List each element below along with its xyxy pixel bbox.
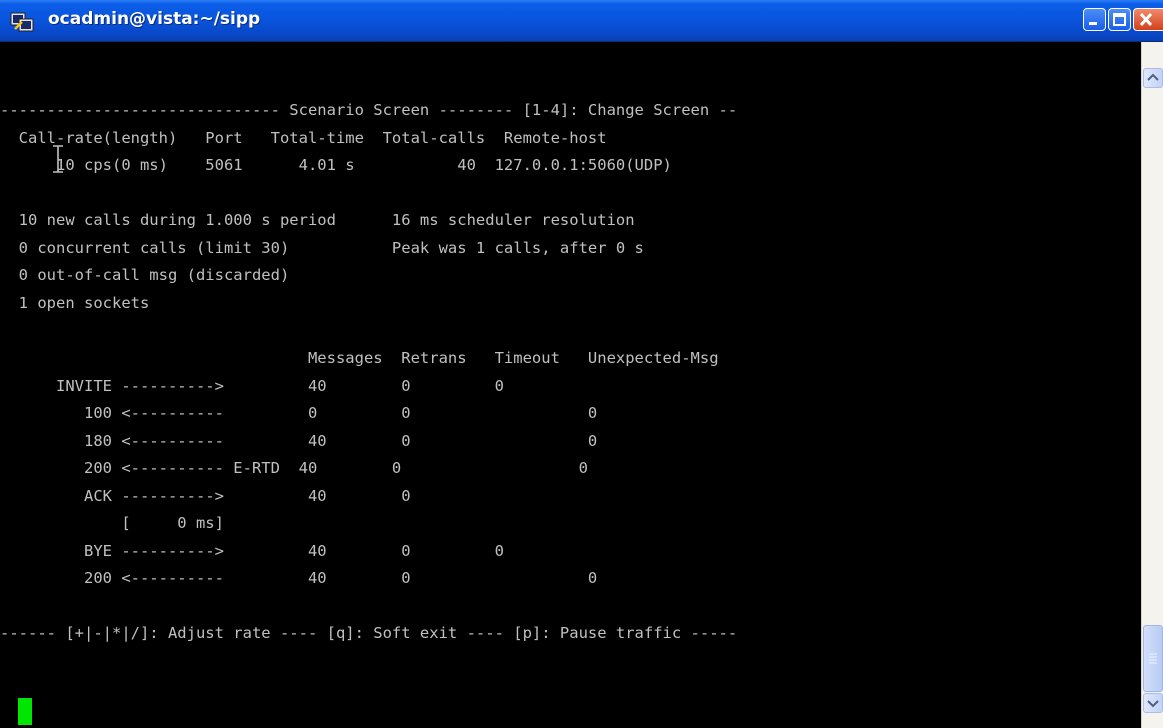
scroll-down-button[interactable] bbox=[1143, 693, 1163, 713]
terminal-area[interactable]: ------------------------------ Scenario … bbox=[0, 42, 1141, 728]
terminal-line: BYE ----------> 40 0 0 bbox=[0, 541, 504, 560]
terminal-line: ACK ----------> 40 0 bbox=[0, 486, 411, 505]
minimize-icon bbox=[1089, 22, 1097, 25]
i-beam-cursor-icon bbox=[53, 145, 63, 173]
close-button[interactable] bbox=[1133, 8, 1163, 31]
scroll-up-arrow-icon bbox=[1147, 73, 1159, 81]
terminal-line: 0 concurrent calls (limit 30) Peak was 1… bbox=[0, 238, 644, 257]
maximize-button[interactable] bbox=[1108, 8, 1131, 31]
minimize-button[interactable] bbox=[1083, 8, 1106, 31]
putty-terminal-icon[interactable] bbox=[10, 9, 34, 33]
scroll-down-arrow-icon bbox=[1147, 700, 1159, 708]
terminal-line: ------ [+|-|*|/]: Adjust rate ---- [q]: … bbox=[0, 624, 738, 643]
title-bar[interactable]: ocadmin@vista:~/sipp bbox=[0, 0, 1163, 42]
scroll-thumb[interactable] bbox=[1143, 625, 1163, 692]
vertical-scrollbar[interactable] bbox=[1141, 42, 1163, 728]
terminal-line: 200 <---------- 40 0 0 bbox=[0, 569, 598, 588]
terminal-line: [ 0 ms] bbox=[0, 514, 224, 533]
terminal-cursor bbox=[18, 698, 32, 725]
terminal-line: 0 out-of-call msg (discarded) bbox=[0, 266, 290, 285]
terminal-line: 10 new calls during 1.000 s period 16 ms… bbox=[0, 211, 635, 230]
terminal-line: Call-rate(length) Port Total-time Total-… bbox=[0, 128, 607, 147]
maximize-icon bbox=[1113, 13, 1126, 26]
terminal-line: INVITE ----------> 40 0 0 bbox=[0, 376, 504, 395]
terminal-line: 10 cps(0 ms) 5061 4.01 s 40 127.0.0.1:50… bbox=[0, 156, 672, 175]
terminal-line: 180 <---------- 40 0 0 bbox=[0, 431, 598, 450]
terminal-output: ------------------------------ Scenario … bbox=[0, 42, 737, 676]
scroll-up-button[interactable] bbox=[1143, 68, 1163, 88]
terminal-line: 200 <---------- E-RTD 40 0 0 bbox=[0, 459, 588, 478]
window-title: ocadmin@vista:~/sipp bbox=[48, 9, 261, 29]
terminal-line: ------------------------------ Scenario … bbox=[0, 101, 738, 120]
close-icon bbox=[1139, 12, 1153, 27]
terminal-line: 1 open sockets bbox=[0, 293, 150, 312]
terminal-line: 100 <---------- 0 0 0 bbox=[0, 404, 598, 423]
grip-icon bbox=[1149, 653, 1157, 664]
terminal-line: Messages Retrans Timeout Unexpected-Msg bbox=[0, 349, 719, 368]
